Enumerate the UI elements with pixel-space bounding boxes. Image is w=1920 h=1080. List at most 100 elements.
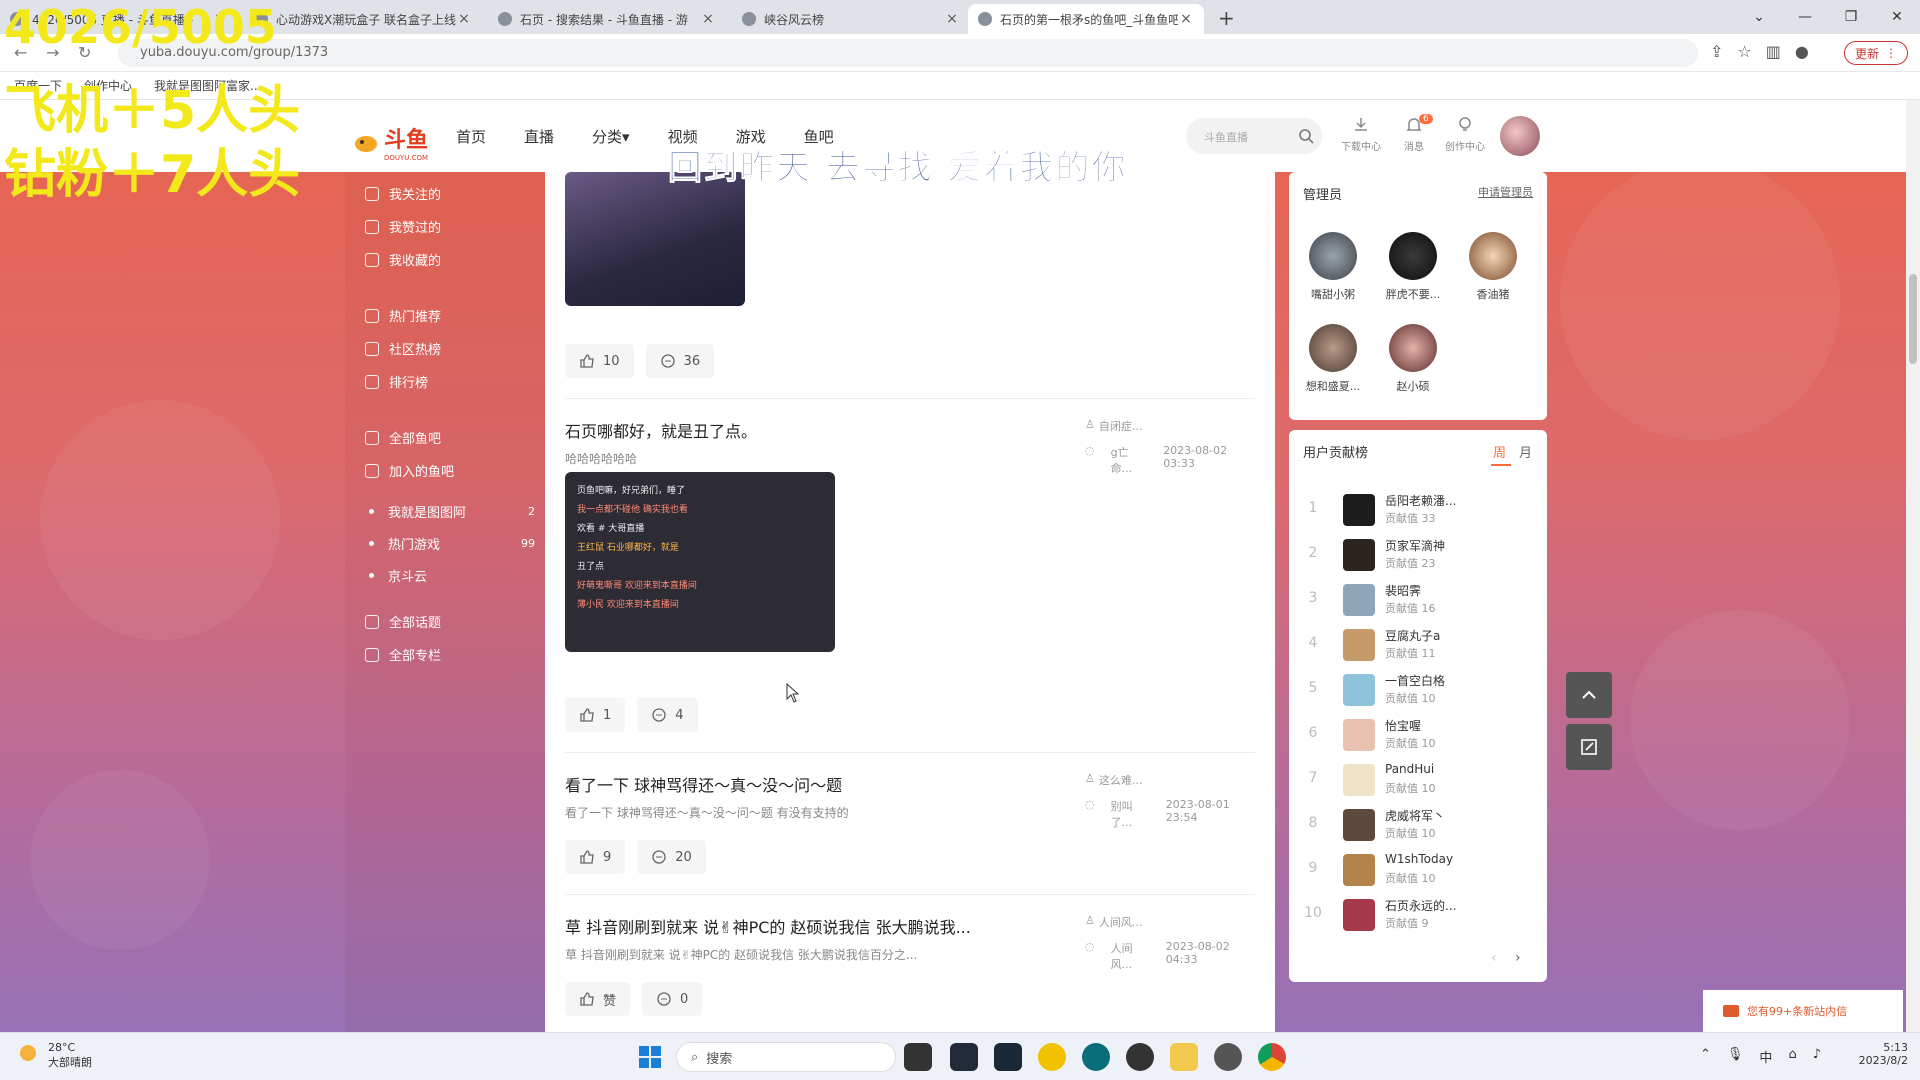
page-scrollbar[interactable] bbox=[1906, 100, 1920, 1032]
app-icon[interactable] bbox=[1170, 1043, 1198, 1071]
tray-expand-icon[interactable]: ⌃ bbox=[1700, 1047, 1711, 1066]
apply-admin-link[interactable]: 申请管理员 bbox=[1478, 184, 1533, 200]
write-post-button[interactable] bbox=[1566, 724, 1612, 770]
ranking-row[interactable]: 10 石页永远的... 贡献值 9 bbox=[1303, 895, 1533, 939]
bookmark-star-icon[interactable]: ☆ bbox=[1737, 42, 1751, 61]
ranking-row[interactable]: 9 W1shToday 贡献值 10 bbox=[1303, 850, 1533, 894]
post-title[interactable]: 看了一下 球神骂得还～真～没～问～题 bbox=[565, 772, 1065, 796]
tab-close-icon[interactable]: × bbox=[700, 11, 716, 27]
download-center[interactable]: 下载中心 bbox=[1336, 116, 1386, 153]
like-button[interactable]: 9 bbox=[565, 840, 626, 874]
browser-tab-4[interactable]: 峡谷风云榜 × bbox=[732, 4, 970, 34]
weather-widget[interactable]: 28°C 大部晴朗 bbox=[16, 1041, 92, 1070]
volume-icon[interactable]: ♪ bbox=[1813, 1047, 1821, 1066]
tab-close-icon[interactable]: × bbox=[456, 11, 472, 27]
browser-tab-5-active[interactable]: 石页的第一根矛s的鱼吧_斗鱼鱼吧 × bbox=[968, 4, 1204, 34]
sidebar-item-hot[interactable]: 热门推荐 bbox=[365, 306, 535, 325]
ranking-row[interactable]: 5 一首空白格 贡献值 10 bbox=[1303, 670, 1533, 714]
douyu-logo[interactable]: 斗鱼 DOUYU.COM bbox=[352, 122, 428, 162]
sidebar-item-topics[interactable]: 全部话题 bbox=[365, 612, 535, 631]
app-icon[interactable] bbox=[1126, 1043, 1154, 1071]
app-icon[interactable] bbox=[1082, 1043, 1110, 1071]
scrollbar-thumb[interactable] bbox=[1909, 274, 1917, 364]
sidebar-item-joined[interactable]: 加入的鱼吧 bbox=[365, 461, 535, 480]
post-item[interactable]: 石页哪都好，就是丑了点。 哈哈哈哈哈哈 ♙ 自闭症... ◌ g亡命... 2023-… bbox=[565, 418, 1255, 475]
comment-button[interactable]: 4 bbox=[637, 698, 698, 732]
creator-center[interactable]: 创作中心 bbox=[1440, 116, 1490, 153]
sidebar-item-group[interactable]: 京斗云 bbox=[365, 566, 535, 585]
sidebar-item-columns[interactable]: 全部专栏 bbox=[365, 645, 535, 664]
tab-close-icon[interactable]: × bbox=[1178, 11, 1194, 27]
tab-search-icon[interactable]: ⌄ bbox=[1736, 0, 1782, 34]
browser-tab-3[interactable]: 石页 - 搜索结果 - 斗鱼直播 - 游 × bbox=[488, 4, 726, 34]
admin-item[interactable]: 香油猪 bbox=[1463, 232, 1523, 302]
clock[interactable]: 5:13 2023/8/2 bbox=[1852, 1041, 1908, 1067]
post-item[interactable]: 草 抖音刚刷到就来 说✌神PC的 赵硕说我信 张大鹏说我... 草 抖音刚刷到就… bbox=[565, 914, 1255, 971]
nav-home[interactable]: 首页 bbox=[456, 126, 486, 147]
post-image[interactable] bbox=[565, 172, 745, 306]
windows-start-icon[interactable] bbox=[638, 1045, 662, 1069]
ranking-row[interactable]: 1 岳阳老赖潘... 贡献值 33 bbox=[1303, 490, 1533, 534]
next-page-icon[interactable]: › bbox=[1515, 950, 1521, 966]
sidebar-item-favorites[interactable]: 我收藏的 bbox=[365, 250, 535, 269]
comment-button[interactable]: 0 bbox=[642, 982, 703, 1016]
site-search-box[interactable]: 斗鱼直播 bbox=[1186, 118, 1322, 154]
ranking-row[interactable]: 4 豆腐丸子a 贡献值 11 bbox=[1303, 625, 1533, 669]
tab-close-icon[interactable]: × bbox=[944, 11, 960, 27]
nav-live[interactable]: 直播 bbox=[524, 126, 554, 147]
sidebar-item-following[interactable]: 我关注的 bbox=[365, 184, 535, 203]
post-item[interactable]: 看了一下 球神骂得还～真～没～问～题 看了一下 球神骂得还～真～没～问～题 有没… bbox=[565, 772, 1255, 829]
minimize-icon[interactable]: — bbox=[1782, 0, 1828, 34]
browser-tab-2[interactable]: 心动游戏X潮玩盒子 联名盒子上线 × bbox=[244, 4, 482, 34]
taskbar-search[interactable]: ⌕ 搜索 bbox=[676, 1042, 896, 1072]
sidepanel-icon[interactable]: ▥ bbox=[1766, 42, 1781, 61]
back-to-top-button[interactable] bbox=[1566, 672, 1612, 718]
post-image-chat-screenshot[interactable]: 页鱼吧嘛，好兄弟们，睡了 我一点都不碰他 确实我也看 欢看 # 大哥直播 王红鼠… bbox=[565, 472, 835, 652]
tab-month[interactable]: 月 bbox=[1519, 442, 1532, 461]
sidebar-item-community-hot[interactable]: 社区热榜 bbox=[365, 339, 535, 358]
sidebar-item-liked[interactable]: 我赞过的 bbox=[365, 217, 535, 236]
ranking-row[interactable]: 7 PandHui 贡献值 10 bbox=[1303, 760, 1533, 804]
update-button[interactable]: 更新 ⋮ bbox=[1844, 41, 1908, 65]
tab-week[interactable]: 周 bbox=[1493, 442, 1506, 461]
search-input[interactable]: 斗鱼直播 bbox=[1204, 129, 1248, 145]
app-icon[interactable] bbox=[1214, 1043, 1242, 1071]
search-icon[interactable] bbox=[1298, 128, 1314, 144]
messages[interactable]: 6 消息 bbox=[1389, 114, 1439, 153]
chrome-icon[interactable] bbox=[1258, 1043, 1286, 1071]
sidebar-item-ranking[interactable]: 排行榜 bbox=[365, 372, 535, 391]
admin-item[interactable]: 想和盛夏... bbox=[1303, 324, 1363, 394]
user-avatar[interactable] bbox=[1500, 116, 1540, 156]
url-field[interactable]: yuba.douyu.com/group/1373 bbox=[118, 39, 1698, 67]
sidebar-item-all-yuba[interactable]: 全部鱼吧 bbox=[365, 428, 535, 447]
post-title[interactable]: 石页哪都好，就是丑了点。 bbox=[565, 418, 1065, 442]
comment-button[interactable]: 36 bbox=[645, 344, 715, 378]
app-icon[interactable] bbox=[1038, 1043, 1066, 1071]
prev-page-icon[interactable]: ‹ bbox=[1491, 950, 1497, 966]
ranking-row[interactable]: 3 裴昭霁 贡献值 16 bbox=[1303, 580, 1533, 624]
new-tab-icon[interactable]: + bbox=[1218, 6, 1235, 30]
sidebar-item-group[interactable]: 我就是图图阿 2 bbox=[365, 502, 535, 521]
network-icon[interactable]: ⌂ bbox=[1788, 1047, 1796, 1066]
window-close-icon[interactable]: ✕ bbox=[1874, 0, 1920, 34]
mic-icon[interactable]: 🎙 bbox=[1727, 1047, 1744, 1066]
ranking-row[interactable]: 8 虎威将军丶 贡献值 10 bbox=[1303, 805, 1533, 849]
comment-button[interactable]: 20 bbox=[637, 840, 706, 874]
profile-icon[interactable]: ● bbox=[1795, 42, 1809, 61]
ime-indicator[interactable]: 中 bbox=[1759, 1047, 1772, 1066]
post-title[interactable]: 草 抖音刚刷到就来 说✌神PC的 赵硕说我信 张大鹏说我... bbox=[565, 914, 1065, 938]
like-button[interactable]: 10 bbox=[565, 344, 634, 378]
taskview-icon[interactable] bbox=[904, 1043, 932, 1071]
steam-icon[interactable] bbox=[994, 1043, 1022, 1071]
nav-category[interactable]: 分类▾ bbox=[592, 126, 630, 147]
share-icon[interactable]: ⇪ bbox=[1710, 42, 1723, 61]
admin-item[interactable]: 赵小硕 bbox=[1383, 324, 1443, 394]
maximize-icon[interactable]: ❐ bbox=[1828, 0, 1874, 34]
app-icon[interactable] bbox=[950, 1043, 978, 1071]
sidebar-item-group[interactable]: 热门游戏 99 bbox=[365, 534, 535, 553]
admin-item[interactable]: 嘴甜小粥 bbox=[1303, 232, 1363, 302]
like-button[interactable]: 赞 bbox=[565, 982, 631, 1016]
ranking-row[interactable]: 6 怡宝喔 贡献值 10 bbox=[1303, 715, 1533, 759]
like-button[interactable]: 1 bbox=[565, 698, 626, 732]
admin-item[interactable]: 胖虎不要... bbox=[1383, 232, 1443, 302]
